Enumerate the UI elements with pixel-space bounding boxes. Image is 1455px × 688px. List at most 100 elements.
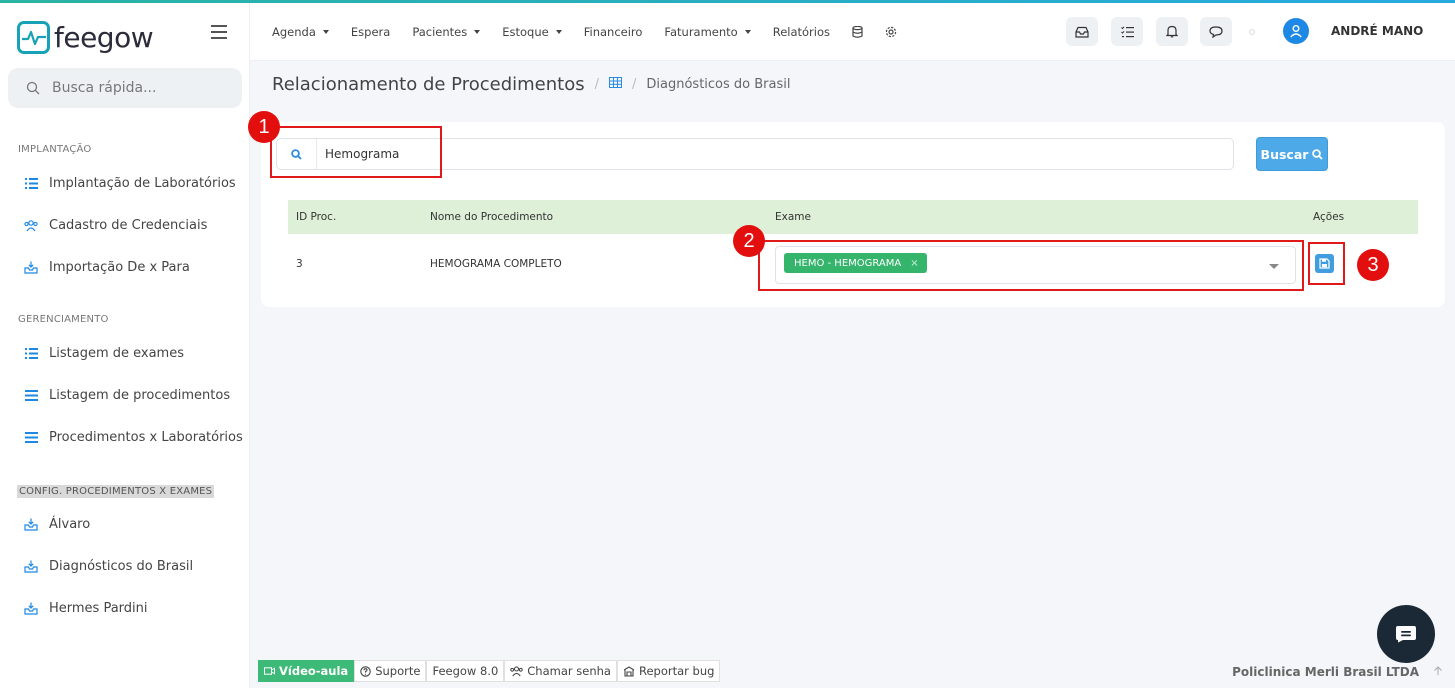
quick-search-input[interactable]: Busca rápida... — [8, 68, 242, 108]
annotation-box-1 — [270, 126, 442, 178]
company-name: Policlinica Merli Brasil LTDA — [1232, 665, 1419, 679]
sidebar-item-label: Álvaro — [49, 517, 91, 532]
breadcrumb-current[interactable]: Diagnósticos do Brasil — [646, 77, 790, 92]
menu-pacientes[interactable]: Pacientes — [412, 25, 481, 39]
table-header: ID Proc. Nome do Procedimento Exame Açõe… — [288, 200, 1418, 234]
report-bug-button[interactable]: Reportar bug — [616, 660, 721, 682]
brand-logo[interactable]: feegow — [17, 17, 154, 57]
video-lesson-label: Vídeo-aula — [279, 664, 349, 678]
inbox-icon — [24, 518, 38, 532]
sidebar-item-label: Diagnósticos do Brasil — [49, 559, 194, 574]
menu-label: Estoque — [502, 25, 549, 39]
support-button[interactable]: Suporte — [354, 660, 427, 682]
table-grid-icon[interactable] — [609, 77, 622, 92]
caret-down-icon — [555, 30, 562, 34]
sidebar-item-label: Hermes Pardini — [49, 601, 148, 616]
menu-label: Faturamento — [664, 25, 738, 39]
sidebar-item-listagem-procedimentos[interactable]: Listagem de procedimentos — [24, 388, 230, 403]
users-icon — [510, 665, 523, 676]
caret-down-icon — [322, 30, 329, 34]
user-avatar[interactable] — [1283, 18, 1309, 44]
settings-gear-icon[interactable] — [885, 26, 897, 38]
sidebar-item-alvaro[interactable]: Álvaro — [24, 517, 90, 532]
sidebar-item-procedimentos-laboratorios[interactable]: Procedimentos x Laboratórios — [24, 430, 243, 445]
brand-name: feegow — [54, 20, 154, 54]
pulse-logo-icon — [17, 20, 50, 54]
menu-label: Espera — [350, 25, 391, 39]
list-icon — [24, 177, 38, 191]
sidebar-item-label: Procedimentos x Laboratórios — [49, 430, 243, 445]
search-button-label: Buscar — [1260, 146, 1309, 162]
search-button[interactable]: Buscar — [1256, 137, 1328, 171]
top-navigation: Agenda Espera Pacientes Estoque Financei… — [250, 3, 1455, 61]
breadcrumb-separator: / — [632, 77, 637, 92]
column-header-procedure: Nome do Procedimento — [430, 211, 554, 223]
inbox-tray-button[interactable] — [1066, 17, 1098, 46]
report-bug-label: Reportar bug — [638, 664, 715, 678]
inbox-icon — [24, 602, 38, 616]
tasks-button[interactable] — [1111, 17, 1143, 46]
version-info: Feegow 8.0 — [426, 660, 505, 682]
sidebar-item-label: Listagem de exames — [49, 346, 184, 361]
bug-icon — [623, 665, 635, 677]
chat-button[interactable] — [1200, 17, 1232, 46]
section-title-config-procedimentos: CONFIG. PROCEDIMENTOS X EXAMES — [17, 485, 215, 498]
database-icon[interactable] — [852, 26, 863, 38]
call-password-button[interactable]: Chamar senha — [504, 660, 617, 682]
inbox-icon — [24, 560, 38, 574]
cell-procedure-name: HEMOGRAMA COMPLETO — [430, 258, 562, 270]
annotation-badge-2: 2 — [733, 225, 765, 257]
menu-financeiro[interactable]: Financeiro — [584, 25, 643, 39]
sidebar-item-implantacao-laboratorios[interactable]: Implantação de Laboratórios — [24, 176, 236, 191]
footer-actions: Vídeo-aula Suporte Feegow 8.0 Chamar sen… — [258, 660, 721, 682]
notifications-button[interactable] — [1156, 17, 1188, 46]
support-chat-button[interactable] — [1377, 605, 1435, 663]
user-name[interactable]: ANDRÉ MANO — [1331, 24, 1423, 38]
sidebar-item-label: Cadastro de Credenciais — [49, 218, 208, 233]
sidebar-item-importacao-de-para[interactable]: Importação De x Para — [24, 260, 190, 275]
menu-relatorios[interactable]: Relatórios — [773, 25, 830, 39]
sidebar-item-diagnosticos-brasil[interactable]: Diagnósticos do Brasil — [24, 559, 193, 574]
menu-label: Agenda — [272, 25, 316, 39]
sidebar-item-label: Listagem de procedimentos — [49, 388, 231, 403]
caret-down-icon — [744, 30, 751, 34]
sidebar-item-hermes-pardini[interactable]: Hermes Pardini — [24, 601, 148, 616]
menu-agenda[interactable]: Agenda — [272, 25, 329, 39]
sidebar-item-label: Importação De x Para — [49, 260, 190, 275]
cell-procedure-id: 3 — [296, 258, 303, 270]
annotation-badge-1: 1 — [248, 111, 280, 143]
annotation-box-3 — [1308, 242, 1345, 285]
call-password-label: Chamar senha — [527, 664, 611, 678]
task-list-icon — [1120, 25, 1134, 37]
menu-faturamento[interactable]: Faturamento — [664, 25, 751, 39]
menu-estoque[interactable]: Estoque — [502, 25, 562, 39]
users-icon — [24, 219, 38, 233]
caret-down-icon — [474, 30, 481, 34]
user-icon — [1290, 25, 1302, 38]
column-header-id: ID Proc. — [296, 211, 337, 223]
sidebar: feegow Busca rápida... IMPLANTAÇÃO Impla… — [0, 3, 250, 688]
bars-icon — [24, 431, 38, 445]
arrow-up-icon[interactable] — [1433, 666, 1443, 676]
video-lesson-button[interactable]: Vídeo-aula — [258, 660, 355, 682]
video-camera-icon — [264, 667, 275, 675]
chat-icon — [1209, 25, 1223, 38]
sidebar-item-cadastro-credenciais[interactable]: Cadastro de Credenciais — [24, 218, 207, 233]
search-icon — [1312, 148, 1324, 160]
bell-icon — [1166, 25, 1178, 38]
sidebar-item-label: Implantação de Laboratórios — [49, 176, 236, 191]
status-dot — [1249, 29, 1255, 35]
section-title-gerenciamento: GERENCIAMENTO — [18, 314, 109, 325]
search-icon — [26, 81, 40, 95]
breadcrumb: Relacionamento de Procedimentos / / Diag… — [272, 74, 790, 95]
menu-espera[interactable]: Espera — [351, 25, 390, 39]
sidebar-item-listagem-exames[interactable]: Listagem de exames — [24, 346, 184, 361]
column-header-exam: Exame — [775, 211, 811, 223]
menu-label: Financeiro — [583, 25, 643, 39]
annotation-box-2 — [758, 240, 1304, 291]
bars-icon — [24, 389, 38, 403]
quick-search-placeholder: Busca rápida... — [52, 80, 157, 96]
hamburger-menu-icon[interactable] — [211, 25, 227, 39]
list-icon — [24, 347, 38, 361]
inbox-icon — [24, 261, 38, 275]
